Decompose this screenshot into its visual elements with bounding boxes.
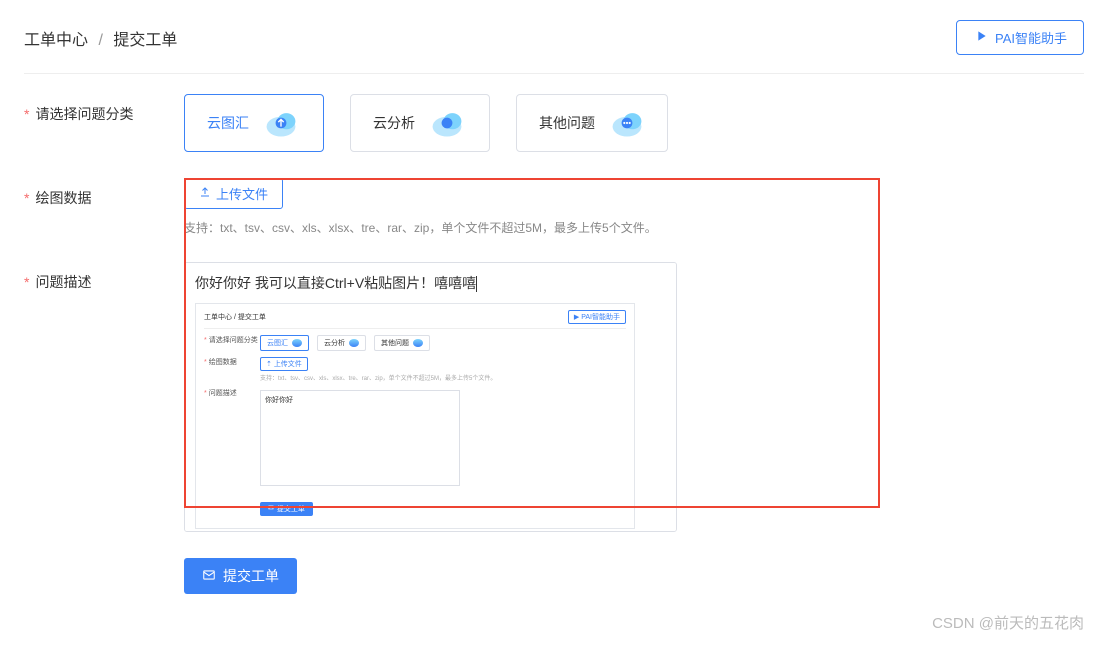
category-label: 云图汇 [207,113,249,133]
category-card-yuntuhui[interactable]: 云图汇 [184,94,324,152]
upload-button[interactable]: 上传文件 [184,178,283,209]
category-label: 其他问题 [539,113,595,133]
breadcrumb-root[interactable]: 工单中心 [24,32,88,49]
category-label: 云分析 [373,113,415,133]
pasted-screenshot: 工单中心 / 提交工单 ▶PAI智能助手 *请选择问题分类 云图汇 云分析 其他… [195,303,635,529]
cloud-icon [609,107,645,139]
category-card-yunfenxi[interactable]: 云分析 [350,94,490,152]
submit-button[interactable]: 提交工单 [184,558,297,594]
pai-button-label: PAI智能助手 [995,28,1067,47]
submit-button-label: 提交工单 [223,566,279,586]
required-mark: * [24,274,29,290]
nested-pai-button: ▶PAI智能助手 [568,310,626,324]
nested-breadcrumb: 工单中心 / 提交工单 [204,312,266,322]
required-mark: * [24,190,29,206]
upload-button-label: 上传文件 [216,184,268,203]
breadcrumb: 工单中心 / 提交工单 [24,26,177,50]
label-category: *请选择问题分类 [24,94,184,124]
play-icon [973,28,989,47]
category-card-other[interactable]: 其他问题 [516,94,668,152]
breadcrumb-sep: / [98,32,102,49]
editor-text-content: 你好你好 我可以直接Ctrl+V粘贴图片！嘻嘻嘻 [195,273,654,293]
label-upload: *绘图数据 [24,178,184,208]
mail-icon [202,568,216,585]
upload-hint: 支持：txt、tsv、csv、xls、xlsx、tre、rar、zip，单个文件… [184,219,657,236]
pai-assistant-button[interactable]: PAI智能助手 [956,20,1084,55]
label-desc: *问题描述 [24,262,184,292]
cloud-icon [429,107,465,139]
upload-icon [199,186,211,201]
cloud-icon [263,107,299,139]
description-editor[interactable]: 你好你好 我可以直接Ctrl+V粘贴图片！嘻嘻嘻 工单中心 / 提交工单 ▶PA… [184,262,677,532]
watermark: CSDN @前天的五花肉 [932,612,1084,633]
breadcrumb-current: 提交工单 [113,32,177,49]
required-mark: * [24,106,29,122]
